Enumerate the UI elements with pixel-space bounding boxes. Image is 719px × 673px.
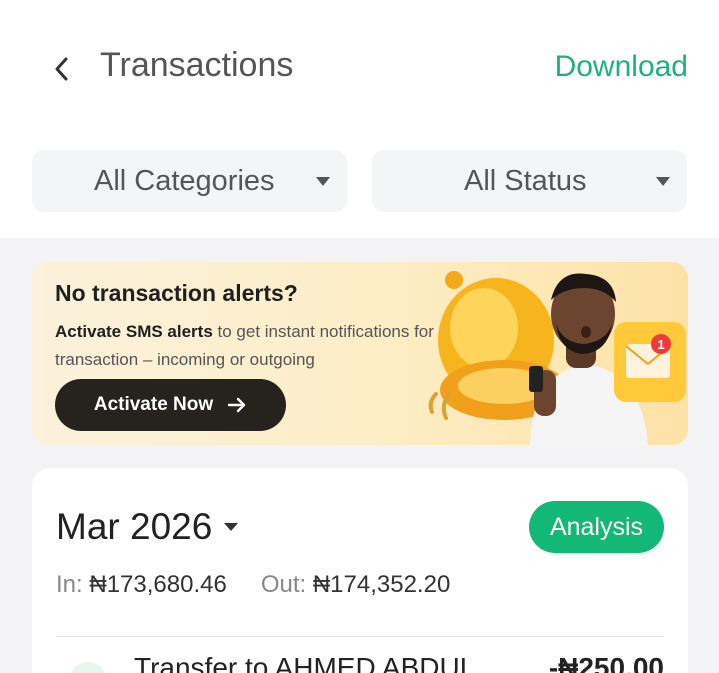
filter-bar: All Categories All Status [0, 138, 719, 238]
category-filter-dropdown[interactable]: All Categories [32, 150, 347, 212]
transaction-row[interactable]: Transfer to AHMED ABDUL... -₦250.00 [56, 646, 664, 673]
status-filter-label: All Status [464, 165, 587, 197]
month-selector[interactable]: Mar 2026 [56, 506, 239, 548]
inflow-label: In: [56, 571, 83, 598]
caret-down-icon [316, 177, 330, 186]
analysis-button[interactable]: Analysis [529, 501, 664, 553]
caret-down-icon [224, 523, 239, 531]
banner-title: No transaction alerts? [55, 280, 298, 306]
banner-illustration: 1 [428, 271, 686, 445]
outflow-label: Out: [260, 571, 307, 598]
inflow-summary: In: ₦173,680.46 [56, 571, 227, 599]
envelope-icon [614, 322, 686, 402]
caret-down-icon [656, 177, 670, 186]
transaction-description: Transfer to AHMED ABDUL... [134, 652, 499, 673]
banner-text-highlight: Activate SMS alerts [55, 322, 213, 341]
divider [56, 636, 664, 637]
month-summary: In: ₦173,680.46 Out: ₦174,352.20 [56, 571, 450, 599]
sms-alert-banner[interactable]: No transaction alerts? Activate SMS aler… [32, 262, 688, 445]
month-summary-card: Mar 2026 Analysis In: ₦173,680.46 Out: ₦… [32, 468, 688, 673]
top-bar: Transactions Download [0, 0, 719, 138]
download-button[interactable]: Download [555, 50, 688, 84]
activate-now-label: Activate Now [93, 394, 214, 415]
status-filter-dropdown[interactable]: All Status [372, 150, 687, 212]
notification-count: 1 [657, 337, 664, 352]
outflow-summary: Out: ₦174,352.20 [261, 571, 450, 599]
content-area: No transaction alerts? Activate SMS aler… [0, 238, 719, 673]
activate-now-button[interactable]: Activate Now [55, 379, 286, 431]
transaction-icon [70, 662, 106, 673]
arrow-right-icon [227, 397, 246, 413]
category-filter-label: All Categories [94, 165, 275, 197]
page-title: Transactions [100, 46, 294, 84]
inflow-value: ₦173,680.46 [89, 571, 227, 598]
transaction-amount: -₦250.00 [548, 652, 664, 673]
outflow-value: ₦174,352.20 [312, 571, 451, 598]
month-label: Mar 2026 [56, 506, 213, 547]
chevron-left-icon [55, 57, 68, 81]
back-button[interactable] [44, 50, 78, 88]
